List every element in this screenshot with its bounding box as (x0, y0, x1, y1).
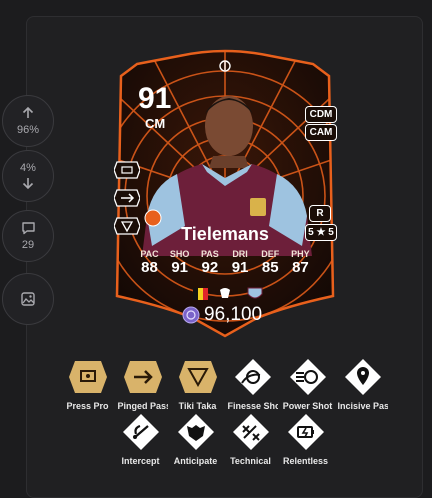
playstyle-pinged-pass[interactable]: Pinged Pass (115, 357, 170, 411)
stat-phy: PHY 87 (291, 249, 310, 276)
comments-button[interactable]: 29 (2, 210, 54, 262)
anticipate-icon (177, 414, 214, 450)
upvote-percent: 96% (16, 124, 40, 136)
alt-position-1: CDM (305, 106, 337, 123)
press-proven-icon (114, 161, 140, 179)
power-shot-icon (289, 359, 326, 395)
stat-pac: PAC 88 (140, 249, 159, 276)
pinged-pass-icon (123, 361, 162, 393)
playstyle-anticipate[interactable]: Anticipate (168, 412, 223, 466)
playstyle-press-proven[interactable]: Press Pro (60, 357, 115, 411)
image-download-icon (21, 292, 35, 306)
stats-row: PAC 88 SHO 91 PAS 92 DRI 91 DEF 85 PHY 87 (135, 249, 315, 276)
relentless-icon (287, 414, 324, 450)
playstyles-row: Intercept Anticipate Technical Relentles… (113, 412, 343, 466)
tiki-taka-icon (114, 217, 140, 235)
preferred-foot: R (309, 205, 331, 222)
price-tag: 96,100 (182, 304, 262, 326)
playstyle-technical[interactable]: Technical (223, 412, 278, 466)
downvote-percent: 4% (20, 162, 36, 174)
overall-rating: 91 (138, 82, 172, 115)
player-name: Tielemans (181, 224, 269, 244)
stat-dri: DRI 91 (231, 249, 249, 276)
press-proven-icon (68, 361, 107, 393)
skills-weakfoot: 5 ★ 5 (305, 224, 337, 241)
stat-sho: SHO 91 (169, 249, 190, 276)
tiki-taka-icon (178, 361, 217, 393)
playstyle-power-shot[interactable]: Power Shot (280, 357, 335, 411)
primary-position: CM (145, 116, 166, 131)
playstyle-relentless[interactable]: Relentless (278, 412, 333, 466)
arrow-down-icon (22, 178, 34, 190)
comment-icon (21, 222, 35, 235)
intercept-icon (122, 414, 159, 450)
alt-position-2: CAM (305, 124, 337, 141)
playstyle-intercept[interactable]: Intercept (113, 412, 168, 466)
coin-icon (182, 306, 200, 324)
comments-count: 29 (21, 239, 35, 251)
finesse-shot-icon (234, 359, 271, 395)
technical-icon (232, 414, 269, 450)
playstyles-plus-row: Press Pro Pinged Pass Tiki Taka Finesse … (60, 357, 390, 411)
incisive-pass-icon (344, 359, 381, 395)
price-value: 96,100 (204, 304, 263, 325)
stat-def: DEF 85 (261, 249, 280, 276)
downvote-button[interactable]: 4% (2, 150, 54, 202)
stat-pas: PAS 92 (200, 249, 219, 276)
playstyle-tiki-taka[interactable]: Tiki Taka (170, 357, 225, 411)
pinged-pass-icon (114, 189, 140, 207)
arrow-up-icon (22, 106, 34, 118)
upvote-button[interactable]: 96% (2, 95, 54, 147)
playstyle-incisive-pass[interactable]: Incisive Pass (335, 357, 390, 411)
save-image-button[interactable] (2, 273, 54, 325)
playstyle-finesse-shot[interactable]: Finesse Shot (225, 357, 280, 411)
